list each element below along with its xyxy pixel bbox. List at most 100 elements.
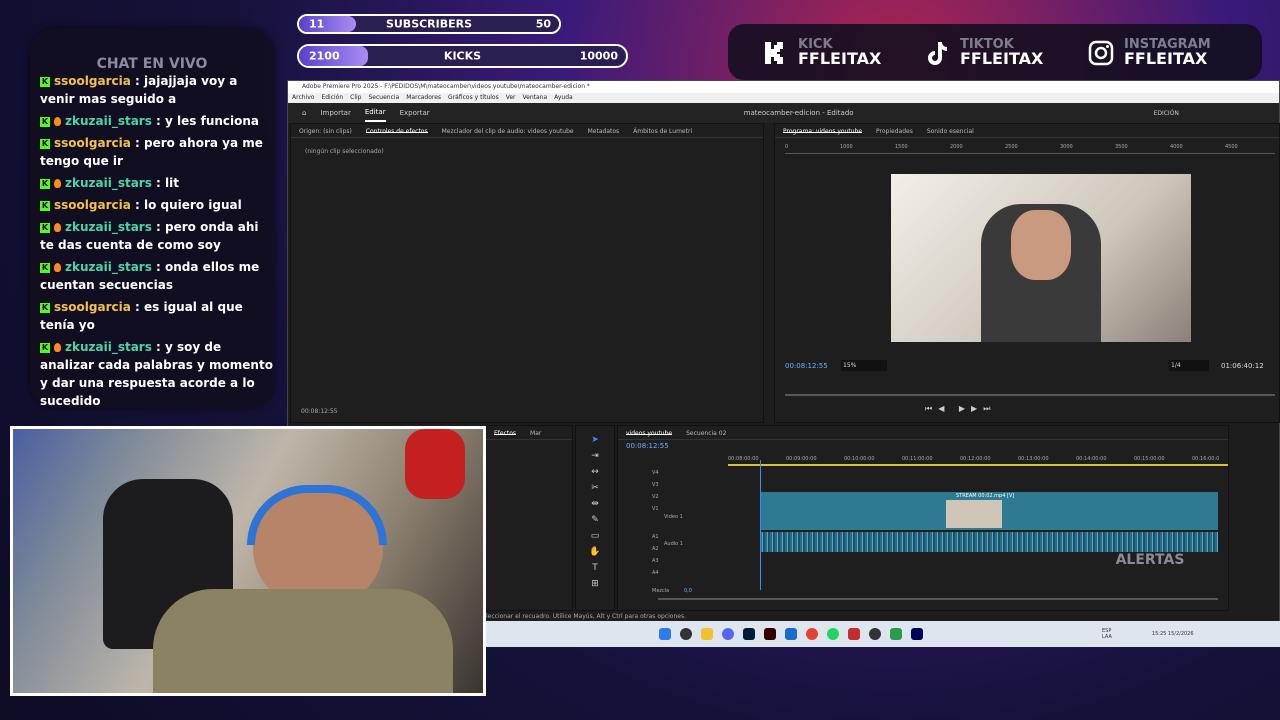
chat-message: Kssoolgarcia : pero ahora ya me tengo qu… xyxy=(40,134,274,170)
track-select-icon[interactable]: ⇥ xyxy=(576,448,614,464)
timeline-timecode-label: 00:14:00:00 xyxy=(1076,456,1107,462)
tab-sonido[interactable]: Sonido esencial xyxy=(927,128,974,135)
workspace-label[interactable]: EDICIÓN xyxy=(1154,110,1179,117)
kick-badge-icon: K xyxy=(40,200,50,211)
tab-exportar[interactable]: Exportar xyxy=(400,109,430,117)
video-clip[interactable]: STREAM 00:02.mp4 [V] xyxy=(760,492,1218,530)
menu-item[interactable]: Marcadores xyxy=(406,93,441,103)
tab-lumetri[interactable]: Ámbitos de Lumetri xyxy=(633,128,692,135)
discord-icon[interactable] xyxy=(722,628,734,640)
menu-item[interactable]: Clip xyxy=(350,93,361,103)
tab-mar[interactable]: Mar xyxy=(530,430,541,437)
subscribers-goal: 50 xyxy=(535,17,551,31)
chrome-icon[interactable] xyxy=(806,628,818,640)
timeline-timecode: 00:08:12:55 xyxy=(626,442,669,450)
spotify-icon[interactable] xyxy=(827,628,839,640)
streamer-shirt xyxy=(153,589,453,693)
tab-editar[interactable]: Editar xyxy=(364,104,386,122)
fire-badge-icon xyxy=(54,223,61,232)
illustrator-icon[interactable] xyxy=(764,628,776,640)
video-track-v3[interactable]: V3 xyxy=(652,482,659,488)
ruler-tick-label: 1500 xyxy=(895,144,908,150)
rectangle-icon[interactable]: ▭ xyxy=(576,528,614,544)
chat-text: : lit xyxy=(156,176,179,190)
caption-icon[interactable]: ⊞ xyxy=(576,576,614,592)
tiktok-handle: FFLEITAX xyxy=(960,49,1044,68)
audio-track-a4[interactable]: A4 xyxy=(652,570,659,576)
tab-efectos[interactable]: Efectos xyxy=(494,430,517,437)
type-tool-icon[interactable]: T xyxy=(576,560,614,576)
tab-mezclador[interactable]: Mezclador del clip de audio: videos yout… xyxy=(442,128,574,135)
menu-item[interactable]: Ventana xyxy=(523,93,548,103)
tab-importar[interactable]: Importar xyxy=(320,109,350,117)
menu-item[interactable]: Edición xyxy=(321,93,343,103)
project-name: mateocamber-edicion - Editado xyxy=(743,109,854,117)
tab-secuencia-02[interactable]: Secuencia 02 xyxy=(686,430,726,437)
timeline-scrollbar[interactable] xyxy=(658,598,1218,600)
chat-message: Kssoolgarcia : lo quiero igual xyxy=(40,196,274,214)
windows-start-icon[interactable] xyxy=(659,628,671,640)
language-indicator[interactable]: ESP LAA xyxy=(1102,628,1112,640)
ruler-tick-label: 4000 xyxy=(1170,144,1183,150)
chat-message: Kzkuzaii_stars : y soy de analizar cada … xyxy=(40,338,274,410)
zoom-select[interactable]: 15% xyxy=(841,360,887,371)
obs-icon[interactable] xyxy=(869,628,881,640)
app-icon[interactable] xyxy=(785,628,797,640)
tab-propiedades[interactable]: Propiedades xyxy=(876,128,913,135)
tab-videos-youtube[interactable]: videos youtube xyxy=(626,430,673,437)
chat-messages: Kssoolgarcia : jajajjaja voy a venir mas… xyxy=(40,72,274,414)
video-track-v4[interactable]: V4 xyxy=(652,470,659,476)
search-icon[interactable] xyxy=(680,628,692,640)
kick-icon xyxy=(765,41,783,64)
fire-badge-icon xyxy=(54,263,61,272)
audio-track-a1[interactable]: A1 xyxy=(652,534,659,540)
file-explorer-icon[interactable] xyxy=(701,628,713,640)
timeline-timecode-label: 00:10:00:00 xyxy=(844,456,875,462)
mix-label: Mezcla xyxy=(652,588,670,594)
menu-item[interactable]: Archivo xyxy=(292,93,314,103)
hand-icon[interactable]: ✋ xyxy=(576,544,614,560)
menu-item[interactable]: Secuencia xyxy=(369,93,400,103)
tab-origen[interactable]: Origen: (sin clips) xyxy=(299,128,352,135)
webcam-feed xyxy=(10,426,486,696)
video-track-v1[interactable]: V1 xyxy=(652,506,659,512)
audio-track-a2[interactable]: A2 xyxy=(652,546,659,552)
video-track-v2[interactable]: V2 xyxy=(652,494,659,500)
home-icon[interactable]: ⌂ xyxy=(302,109,306,117)
chat-panel: CHAT EN VIVO Kssoolgarcia : jajajjaja vo… xyxy=(30,28,274,408)
tab-metadatos[interactable]: Metadatos xyxy=(588,128,620,135)
program-scrubber[interactable] xyxy=(785,394,1275,396)
razor-icon[interactable]: ✂ xyxy=(576,480,614,496)
clock[interactable]: 15:25 15/2/2026 xyxy=(1152,631,1194,637)
subscribers-label: SUBSCRIBERS xyxy=(385,17,473,31)
premiere-icon[interactable] xyxy=(911,628,923,640)
playhead[interactable] xyxy=(760,460,761,590)
menu-item[interactable]: Ayuda xyxy=(554,93,573,103)
pen-icon[interactable]: ✎ xyxy=(576,512,614,528)
alerts-label: ALERTAS xyxy=(1115,552,1185,568)
tiktok-icon xyxy=(928,41,947,65)
ruler-tick-label: 2500 xyxy=(1005,144,1018,150)
menu-item[interactable]: Ver xyxy=(506,93,516,103)
transport-controls[interactable]: ⏮◀ ▶▶⏭ xyxy=(925,404,996,414)
kick-badge-icon: K xyxy=(40,116,50,127)
chat-username: ssoolgarcia xyxy=(54,136,131,150)
tab-programa[interactable]: Programa: videos youtube xyxy=(783,128,863,135)
ripple-edit-icon[interactable]: ↔ xyxy=(576,464,614,480)
app-red-icon[interactable] xyxy=(848,628,860,640)
selection-tool-icon[interactable]: ➤ xyxy=(576,432,614,448)
chat-message: Kssoolgarcia : jajajjaja voy a venir mas… xyxy=(40,72,274,108)
timeline-timecode-label: 00:11:00:00 xyxy=(902,456,933,462)
quality-select[interactable]: 1/4 xyxy=(1169,360,1209,371)
tab-controles-efectos[interactable]: Controles de efectos xyxy=(365,128,428,135)
photoshop-icon[interactable] xyxy=(743,628,755,640)
mix-value[interactable]: 0,0 xyxy=(684,588,692,594)
program-timecode: 00:08:12:55 xyxy=(785,362,828,370)
slip-icon[interactable]: ⇹ xyxy=(576,496,614,512)
menu-item[interactable]: Gráficos y títulos xyxy=(448,93,499,103)
app-green-icon[interactable] xyxy=(890,628,902,640)
subscribers-goal-bar: 11 SUBSCRIBERS 50 xyxy=(297,14,561,34)
audio-track-a3[interactable]: A3 xyxy=(652,558,659,564)
timeline-timecode-label: 00:16:00:0 xyxy=(1192,456,1220,462)
chat-username: ssoolgarcia xyxy=(54,74,131,88)
